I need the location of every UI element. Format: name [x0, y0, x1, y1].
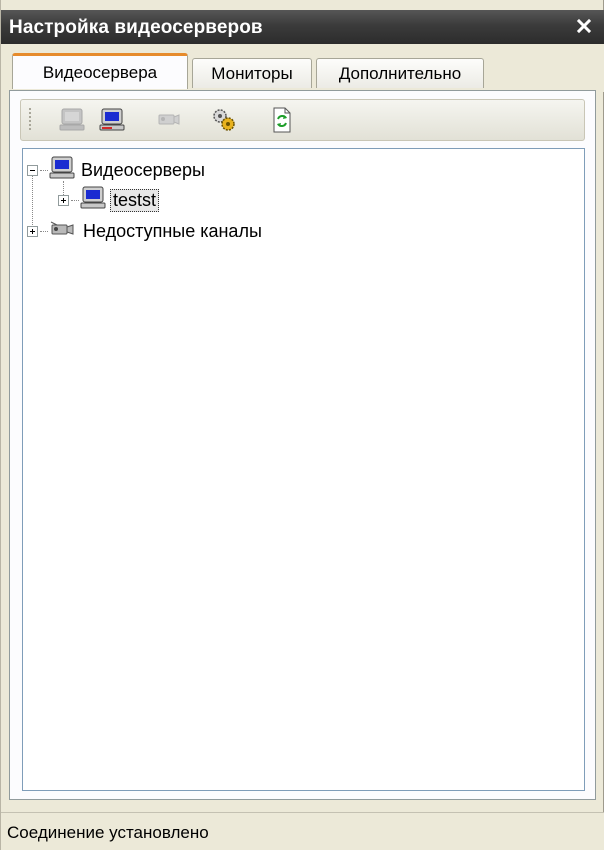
tab-label: Дополнительно [338, 63, 462, 83]
window-title: Настройка видеосерверов [9, 17, 263, 38]
title-bar[interactable]: Настройка видеосерверов [1, 10, 604, 44]
server-add-icon[interactable] [97, 106, 127, 134]
tab-label: Мониторы [211, 63, 293, 83]
tree-line [40, 169, 48, 171]
close-icon[interactable] [573, 15, 595, 37]
tab-panel: Видеосерверы testst Недоступные каналы [9, 90, 596, 800]
server-disabled-icon[interactable] [57, 106, 87, 134]
tree-node-videoservers[interactable]: Видеосерверы [27, 156, 205, 185]
tree-node-label: Недоступные каналы [83, 220, 262, 241]
tab-label: Видеосервера [42, 62, 158, 82]
tree-line [71, 199, 79, 201]
tree-node-label: Видеосерверы [81, 159, 205, 180]
gears-icon[interactable] [209, 106, 239, 134]
toolbar-grip[interactable] [29, 108, 31, 132]
refresh-icon[interactable] [267, 106, 297, 134]
tree-line [40, 230, 48, 232]
computer-icon [80, 186, 106, 215]
tab-additional[interactable]: Дополнительно [316, 58, 484, 88]
collapse-icon[interactable] [27, 164, 38, 176]
tree-node-label: testst [110, 188, 160, 212]
tab-videoservers[interactable]: Видеосервера [12, 53, 188, 89]
toolbar [20, 99, 585, 141]
tree-node-testst[interactable]: testst [58, 186, 160, 215]
tab-bar: Видеосервера Мониторы Дополнительно [1, 44, 604, 92]
camera-disabled-icon[interactable] [153, 106, 183, 134]
expand-icon[interactable] [27, 225, 38, 237]
status-text: Соединение установлено [7, 823, 209, 842]
tab-monitors[interactable]: Мониторы [192, 58, 312, 88]
expand-icon[interactable] [58, 194, 69, 206]
camera-icon [49, 219, 77, 244]
status-bar: Соединение установлено [1, 812, 604, 850]
settings-window: Настройка видеосерверов Видеосервера Мон… [0, 0, 604, 850]
tree-node-unavailable-channels[interactable]: Недоступные каналы [27, 218, 262, 244]
computer-icon [49, 156, 75, 185]
server-tree[interactable]: Видеосерверы testst Недоступные каналы [22, 148, 585, 791]
